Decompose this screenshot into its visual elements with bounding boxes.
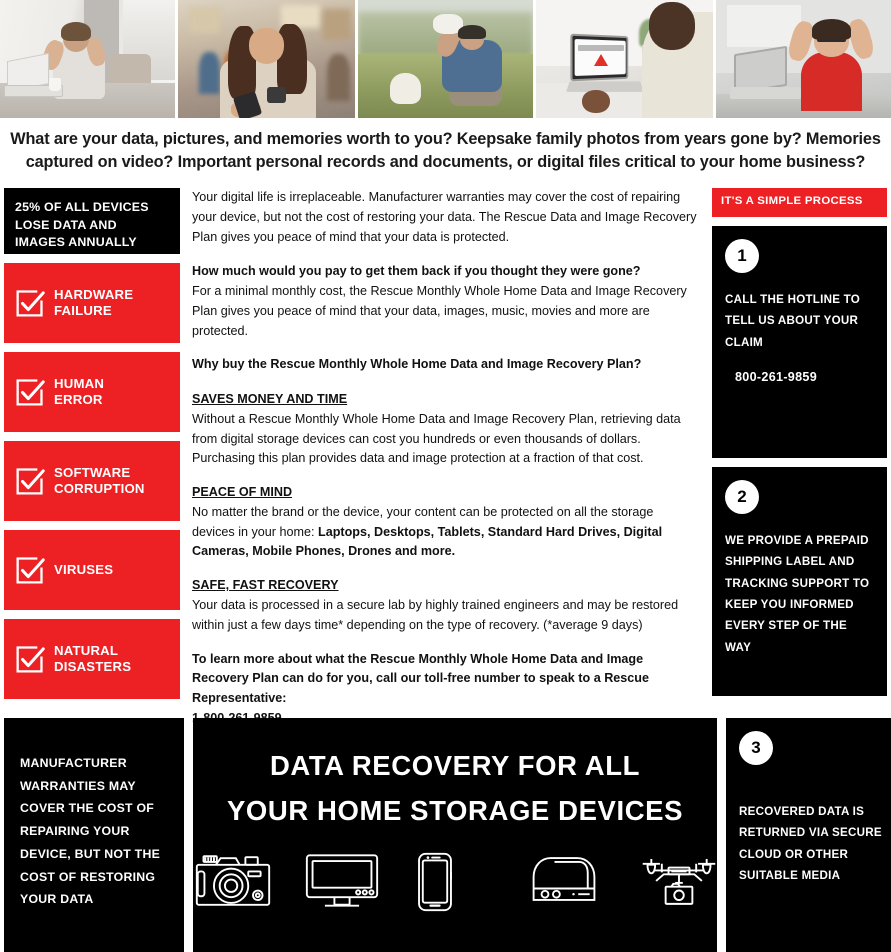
market-blur-3	[323, 9, 352, 41]
section-safe-fast-recovery: SAFE, FAST RECOVERY Your data is process…	[192, 576, 698, 635]
monitor-icon	[304, 851, 384, 919]
section-title: PEACE OF MIND	[192, 485, 293, 500]
risk-label: HARDWARE FAILURE	[54, 287, 133, 320]
camera-icon	[193, 851, 273, 919]
question-heading: How much would you pay to get them back …	[192, 264, 641, 279]
step-card-2: 2 WE PROVIDE A PREPAID SHIPPING LABEL AN…	[712, 466, 887, 696]
risk-label: SOFTWARE CORRUPTION	[54, 465, 145, 498]
step-text: CALL THE HOTLINE TO TELL US ABOUT YOUR C…	[725, 292, 861, 349]
risk-card-hardware-failure: HARDWARE FAILURE	[4, 263, 180, 343]
step-number-badge: 2	[725, 479, 759, 514]
photo-woman-phone-market	[178, 0, 355, 118]
step-number-badge: 3	[739, 731, 773, 765]
market-crowd-3	[326, 54, 350, 102]
section-body: No matter the brand or the device, your …	[192, 503, 698, 562]
checkbox-check-icon	[15, 288, 45, 318]
risk-label-line2: FAILURE	[54, 303, 112, 318]
market-crowd-1	[199, 51, 221, 95]
risk-label-line1: HUMAN	[54, 375, 105, 391]
why-heading: Why buy the Rescue Monthly Whole Home Da…	[192, 357, 642, 372]
risk-card-natural-disasters: NATURAL DISASTERS	[4, 619, 180, 699]
section-title: SAFE, FAST RECOVERY	[192, 578, 339, 593]
risk-label-line1: HARDWARE	[54, 286, 134, 302]
section-body: Without a Rescue Monthly Whole Home Data…	[192, 411, 681, 466]
warning-triangle-icon	[594, 54, 609, 67]
infographic-page: What are your data, pictures, and memori…	[0, 0, 891, 952]
section-title: SAVES MONEY AND TIME	[192, 392, 348, 407]
person-hair	[61, 22, 91, 42]
photo-woman-frustrated-laptop-window	[0, 0, 175, 118]
risk-label-line1: NATURAL	[54, 642, 119, 658]
person-hair	[457, 24, 486, 39]
step-card-1: 1 CALL THE HOTLINE TO TELL US ABOUT YOUR…	[712, 225, 887, 458]
closing-paragraph: To learn more about what the Rescue Mont…	[192, 650, 698, 729]
person-hair-right	[277, 23, 308, 95]
question-block: How much would you pay to get them back …	[192, 262, 698, 341]
risk-label: VIRUSES	[54, 562, 113, 579]
checkbox-check-icon	[15, 466, 45, 496]
person-head	[649, 2, 696, 50]
page-headline: What are your data, pictures, and memori…	[10, 130, 881, 172]
step-number-badge: 1	[725, 238, 759, 273]
banner-title-line1: DATA RECOVERY FOR ALL	[269, 750, 641, 781]
external-hard-drive-icon	[526, 851, 606, 919]
step-text: WE PROVIDE A PREPAID SHIPPING LABEL AND …	[725, 533, 870, 654]
photo-strip	[0, 0, 891, 118]
camera	[266, 87, 286, 103]
photo-woman-shocked-laptop	[716, 0, 891, 118]
person-face	[248, 28, 285, 64]
data-recovery-banner: DATA RECOVERY FOR ALL YOUR HOME STORAGE …	[193, 718, 717, 952]
step-card-3: 3 RECOVERED DATA IS RETURNED VIA SECURE …	[726, 718, 891, 952]
main-content: 25% OF ALL DEVICES LOSE DATA AND IMAGES …	[0, 188, 891, 725]
risk-card-software-corruption: SOFTWARE CORRUPTION	[4, 441, 180, 521]
left-column: 25% OF ALL DEVICES LOSE DATA AND IMAGES …	[0, 188, 180, 713]
closing-text: To learn more about what the Rescue Mont…	[192, 651, 649, 706]
banner-title-line2: YOUR HOME STORAGE DEVICES	[226, 794, 684, 826]
right-column: IT'S A SIMPLE PROCESS 1 CALL THE HOTLINE…	[712, 188, 891, 713]
error-text-line	[578, 44, 625, 51]
risk-card-viruses: VIRUSES	[4, 530, 180, 610]
cup	[49, 77, 62, 91]
step-phone-number[interactable]: 800-261-9859	[725, 370, 874, 384]
risk-label-line1: SOFTWARE	[54, 464, 131, 480]
checkbox-check-icon	[15, 644, 45, 674]
drone-icon	[637, 851, 717, 919]
smartphone-icon	[415, 851, 495, 919]
checkbox-check-icon	[15, 377, 45, 407]
bottom-row: MANUFACTURER WARRANTIES MAY COVER THE CO…	[0, 718, 891, 952]
section-peace-of-mind: PEACE OF MIND No matter the brand or the…	[192, 483, 698, 562]
risk-card-human-error: HUMAN ERROR	[4, 352, 180, 432]
intro-paragraph: Your digital life is irreplaceable. Manu…	[192, 190, 697, 244]
banner-title: DATA RECOVERY FOR ALL YOUR HOME STORAGE …	[227, 744, 683, 833]
person-body	[801, 51, 862, 111]
photo-man-laptop-error	[536, 0, 713, 118]
manufacturer-warranty-note: MANUFACTURER WARRANTIES MAY COVER THE CO…	[4, 718, 184, 952]
section-saves-money-and-time: SAVES MONEY AND TIME Without a Rescue Mo…	[192, 390, 698, 469]
stat-box: 25% OF ALL DEVICES LOSE DATA AND IMAGES …	[4, 188, 180, 254]
section-body: Your data is processed in a secure lab b…	[192, 598, 679, 632]
risk-label-line2: DISASTERS	[54, 659, 132, 674]
laptop-base	[730, 87, 802, 100]
market-blur-1	[188, 7, 221, 34]
risk-label-line2: CORRUPTION	[54, 481, 145, 496]
risk-label: HUMAN ERROR	[54, 376, 104, 409]
simple-process-banner: IT'S A SIMPLE PROCESS	[712, 188, 887, 217]
question-body: For a minimal monthly cost, the Rescue M…	[192, 284, 687, 338]
person-hand	[582, 89, 611, 114]
risk-label-line1: VIRUSES	[54, 561, 114, 577]
device-icon-row	[193, 851, 717, 919]
step-text: RECOVERED DATA IS RETURNED VIA SECURE CL…	[739, 805, 882, 883]
photo-man-dog-field	[358, 0, 533, 118]
risk-label-line2: ERROR	[54, 392, 103, 407]
middle-column: Your digital life is irreplaceable. Manu…	[180, 188, 712, 725]
person-hair	[812, 18, 852, 41]
risk-label: NATURAL DISASTERS	[54, 643, 131, 676]
laptop-base	[566, 81, 644, 92]
checkbox-check-icon	[15, 555, 45, 585]
dog	[389, 73, 421, 104]
